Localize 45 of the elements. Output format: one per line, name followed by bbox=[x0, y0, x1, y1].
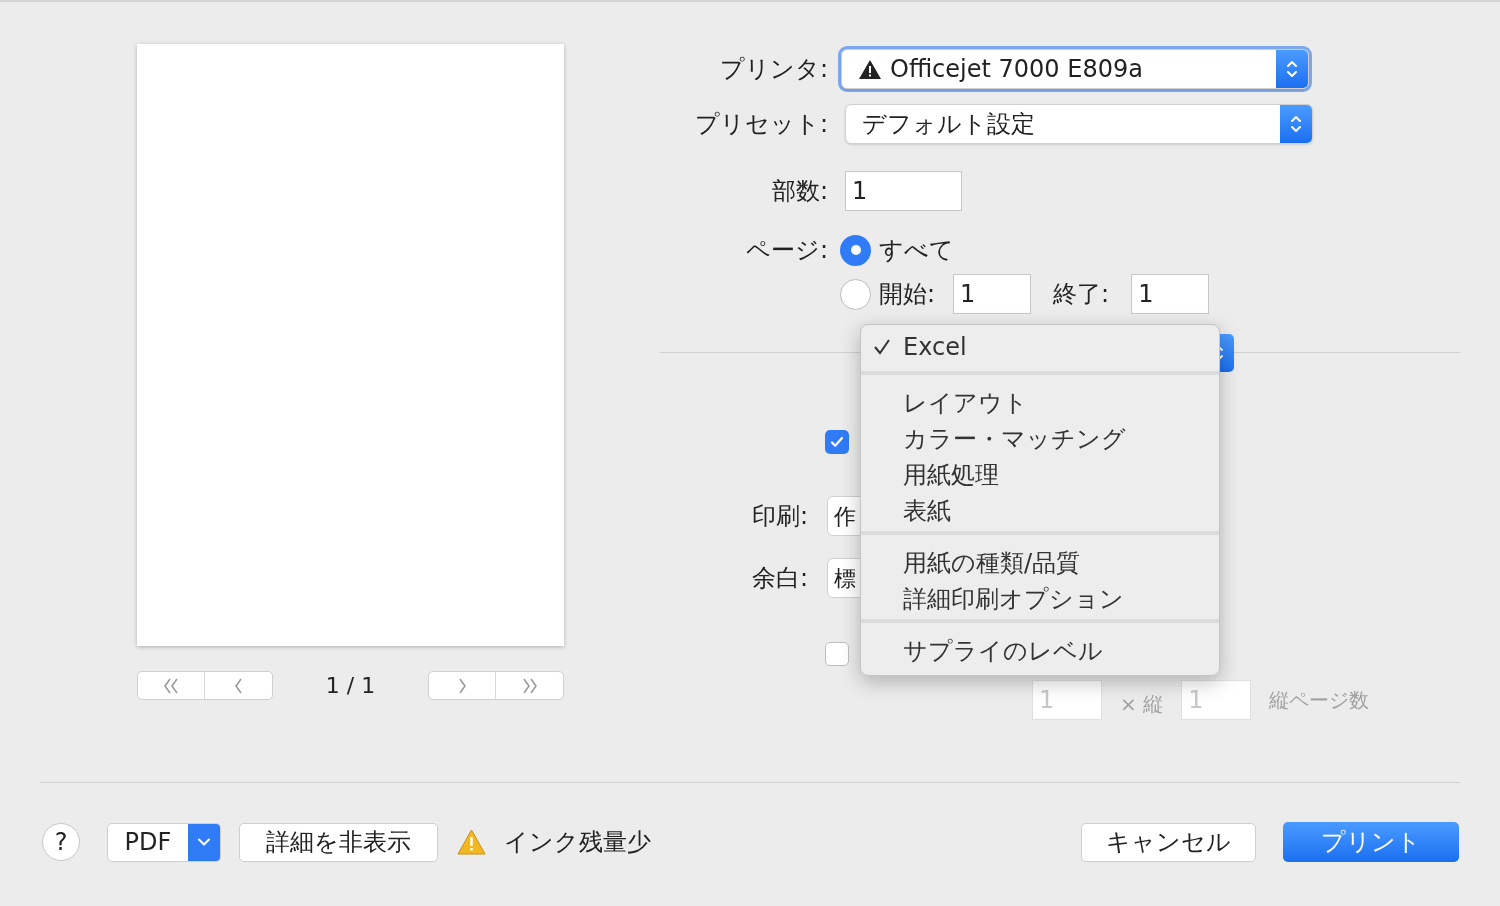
to-label: 終了: bbox=[1053, 279, 1110, 310]
warning-icon bbox=[457, 829, 486, 855]
print-button[interactable]: プリント bbox=[1283, 822, 1459, 862]
margins-label: 余白: bbox=[750, 563, 808, 594]
radio-label: 開始: bbox=[879, 279, 936, 310]
copies-field[interactable]: 1 bbox=[845, 171, 962, 211]
radio-label: すべて bbox=[879, 235, 954, 266]
status-text: インク残量少 bbox=[504, 827, 651, 858]
stepper-icon bbox=[1280, 105, 1312, 143]
pdf-button[interactable]: PDF bbox=[107, 822, 221, 862]
print-label: 印刷: bbox=[750, 501, 808, 532]
times-label: × 縦 bbox=[1120, 691, 1164, 718]
checkmark-icon bbox=[829, 434, 845, 450]
warning-icon bbox=[858, 58, 882, 80]
stepper-icon bbox=[1276, 50, 1308, 88]
printer-popup[interactable]: Officejet 7000 E809a bbox=[841, 49, 1309, 89]
preset-popup[interactable]: デフォルト設定 bbox=[845, 104, 1313, 144]
from-field[interactable]: 1 bbox=[953, 274, 1032, 314]
printer-label: プリンタ: bbox=[718, 54, 828, 85]
menu-item[interactable]: 用紙の種類/品質 bbox=[861, 545, 1219, 581]
pages-label: ページ: bbox=[744, 235, 828, 266]
menu-item[interactable]: レイアウト bbox=[861, 385, 1219, 421]
cancel-button[interactable]: キャンセル bbox=[1081, 822, 1256, 862]
checkmark-icon bbox=[872, 337, 892, 357]
first-page-icon bbox=[164, 677, 178, 694]
checkbox[interactable] bbox=[825, 430, 849, 454]
checkbox[interactable] bbox=[825, 642, 849, 666]
menu-item[interactable]: サプライのレベル bbox=[861, 633, 1219, 669]
preset-label: プリセット: bbox=[693, 109, 828, 140]
next-page-icon bbox=[458, 677, 466, 694]
help-button[interactable]: ? bbox=[42, 823, 80, 861]
menu-item[interactable]: 表紙 bbox=[861, 493, 1219, 529]
radio-button[interactable] bbox=[840, 234, 871, 266]
menu-item[interactable]: カラー・マッチング bbox=[861, 421, 1219, 457]
last-page-icon bbox=[522, 677, 537, 694]
down-pages-label: 縦ページ数 bbox=[1269, 687, 1370, 714]
menu-item[interactable]: 用紙処理 bbox=[861, 457, 1219, 493]
page-indicator: 1 / 1 bbox=[324, 672, 377, 700]
previous-page-icon bbox=[235, 677, 242, 694]
details-button[interactable]: 詳細を非表示 bbox=[239, 822, 438, 862]
radio-button[interactable] bbox=[840, 278, 871, 310]
copies-label: 部数: bbox=[770, 176, 828, 207]
menu-item[interactable]: 詳細印刷オプション bbox=[861, 581, 1219, 617]
to-field[interactable]: 1 bbox=[1131, 274, 1210, 314]
menu-item[interactable]: Excel bbox=[861, 329, 1219, 365]
